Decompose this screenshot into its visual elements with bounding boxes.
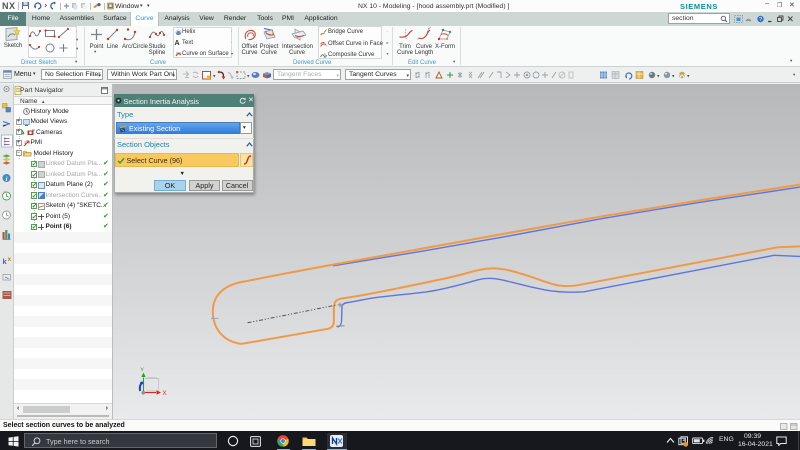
- svg-text:X: X: [163, 391, 167, 397]
- svg-text:▾: ▾: [672, 74, 675, 80]
- svg-text:Y: Y: [140, 368, 144, 374]
- svg-text:▾: ▾: [657, 74, 660, 80]
- svg-text:▾: ▾: [687, 74, 690, 80]
- svg-text:i: i: [6, 176, 8, 183]
- svg-text:▾: ▾: [247, 74, 250, 80]
- svg-text:?: ?: [759, 17, 762, 23]
- svg-text:▾: ▾: [213, 74, 216, 80]
- svg-text:k: k: [3, 257, 8, 266]
